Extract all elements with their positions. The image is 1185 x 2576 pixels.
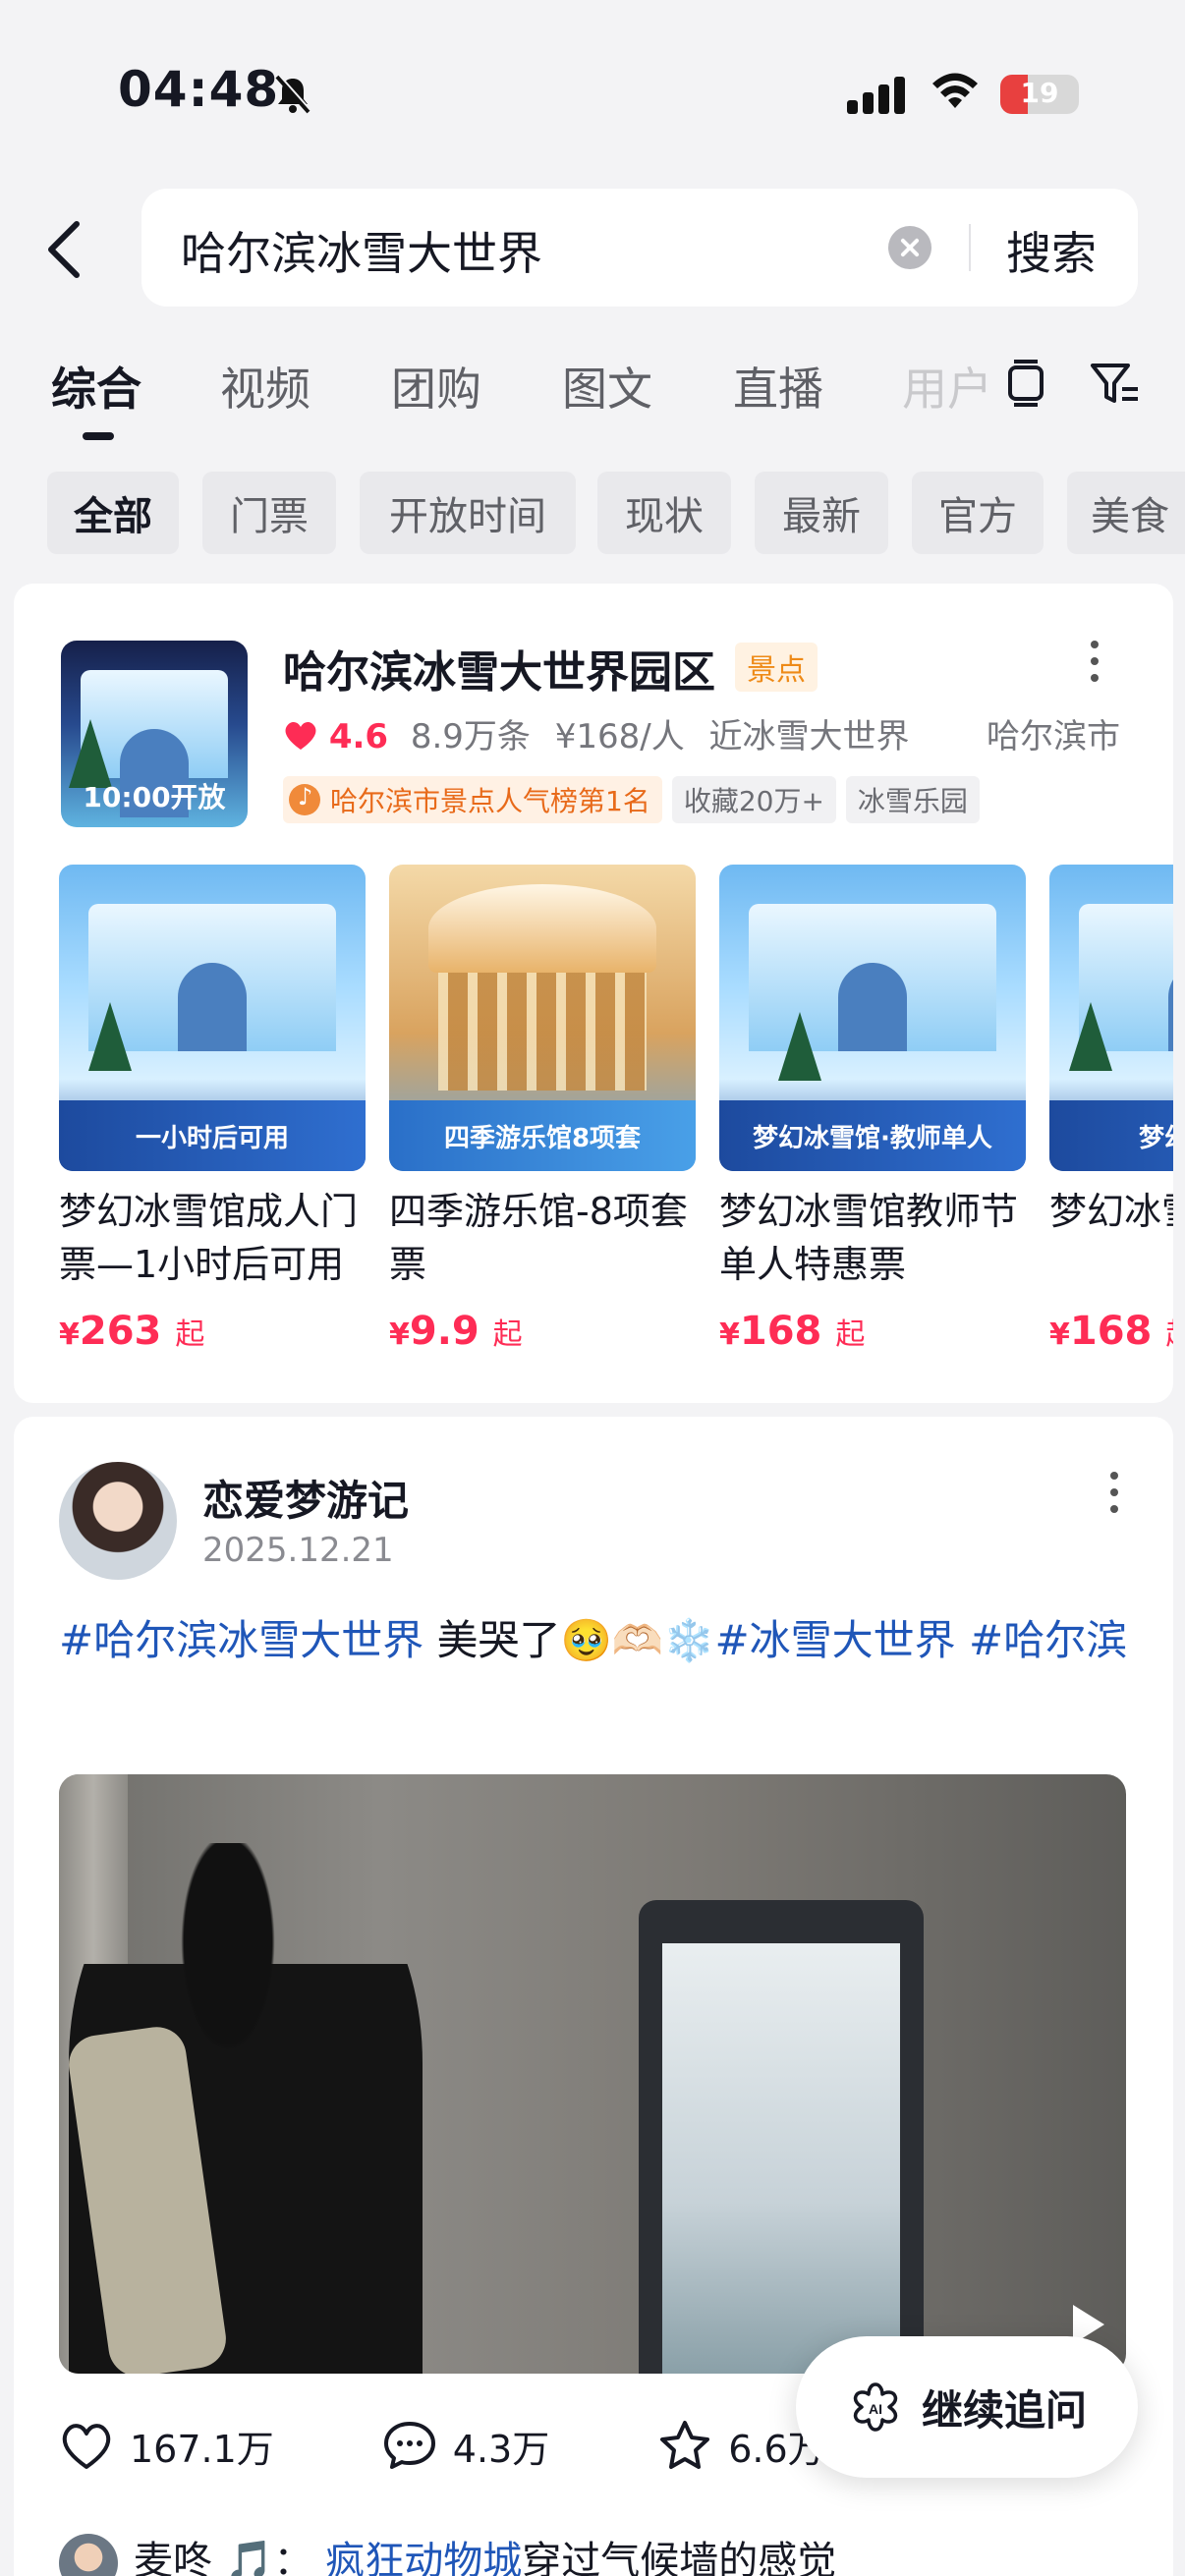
music-note-icon: 🎵	[224, 2539, 274, 2576]
poi-meta: 4.6 8.9万条 ¥168/人 近冰雪大世界	[283, 709, 910, 757]
chip-all[interactable]: 全部	[47, 472, 179, 554]
product-price: ¥263 起	[59, 1309, 205, 1354]
product-image: 梦幻冰雪馆·教师单人	[719, 865, 1026, 1171]
poi-open-time: 10:00开放	[83, 781, 226, 813]
product-card[interactable]: 梦幻冰雪馆 梦幻冰雪馆居民票 ¥168 起	[1049, 865, 1173, 1354]
rank-badge[interactable]: 哈尔滨市景点人气榜第1名	[283, 776, 662, 823]
product-name: 梦幻冰雪馆成人门票—1小时后可用	[59, 1190, 359, 1286]
poi-thumbnail[interactable]: 10:00开放	[61, 641, 248, 827]
battery-level: 19	[1020, 77, 1059, 109]
product-card[interactable]: 四季游乐馆8项套 四季游乐馆-8项套票 ¥9.9 起	[389, 865, 696, 1354]
hashtag-link[interactable]: #哈尔滨冰雪大世界	[59, 1616, 423, 1664]
clear-icon[interactable]	[888, 226, 931, 269]
chip-official[interactable]: 官方	[912, 472, 1044, 554]
product-name: 四季游乐馆-8项套票	[389, 1190, 688, 1286]
post-date: 2025.12.21	[202, 1531, 394, 1570]
like-button[interactable]: 167.1万	[59, 2419, 274, 2473]
product-image: 梦幻冰雪馆	[1049, 865, 1173, 1171]
like-count: 167.1万	[130, 2427, 274, 2471]
svg-text:AI: AI	[869, 2401, 882, 2417]
favorites-badge: 收藏20万+	[671, 776, 836, 823]
douyin-icon	[289, 783, 320, 815]
filter-icon[interactable]	[1089, 360, 1140, 409]
search-query[interactable]: 哈尔滨冰雪大世界	[181, 218, 542, 283]
bell-muted-icon	[275, 74, 311, 114]
star-icon	[660, 2421, 710, 2469]
poi-reviews: 8.9万条	[410, 717, 531, 756]
preview-text: 穿过气候墙的感觉	[522, 2539, 837, 2576]
comment-icon	[383, 2422, 435, 2469]
tab-group-buy[interactable]: 团购	[391, 354, 481, 419]
user-avatar	[59, 2534, 118, 2576]
hashtag-link[interactable]: #冰雪大世界	[714, 1616, 955, 1664]
chip-opening-hours[interactable]: 开放时间	[360, 472, 576, 554]
chip-tickets[interactable]: 门票	[202, 472, 336, 554]
search-divider	[969, 224, 971, 271]
product-image: 一小时后可用	[59, 865, 366, 1171]
poi-price: ¥168/人	[554, 717, 685, 756]
battery-indicator: 19	[1000, 75, 1079, 114]
poi-rating: 4.6	[328, 717, 389, 756]
product-name: 梦幻冰雪馆居民票	[1049, 1190, 1173, 1233]
product-banner: 四季游乐馆8项套	[389, 1100, 696, 1171]
heart-rating-icon	[285, 721, 316, 750]
poi-card[interactable]: 10:00开放 哈尔滨冰雪大世界园区 景点 4.6 8.9万条 ¥168/人 近…	[14, 584, 1173, 1403]
product-name: 梦幻冰雪馆教师节单人特惠票	[719, 1190, 1019, 1286]
more-icon[interactable]	[1110, 1472, 1118, 1522]
heart-icon	[62, 2424, 111, 2469]
poi-title[interactable]: 哈尔滨冰雪大世界园区	[283, 637, 715, 700]
type-badge: 冰雪乐园	[845, 776, 980, 823]
product-banner: 梦幻冰雪馆·教师单人	[719, 1100, 1026, 1171]
product-card[interactable]: 梦幻冰雪馆·教师单人 梦幻冰雪馆教师节单人特惠票 ¥168 起	[719, 865, 1026, 1354]
tab-comprehensive[interactable]: 综合	[51, 354, 141, 419]
tab-image-text[interactable]: 图文	[562, 354, 652, 419]
wifi-icon	[932, 73, 978, 108]
movie-link[interactable]: 疯狂动物城	[325, 2539, 522, 2576]
followup-label: 继续追问	[921, 2385, 1087, 2435]
poi-nearby: 近冰雪大世界	[708, 717, 910, 756]
caption-text: 美哭了🥹🫶🏻❄️	[423, 1616, 715, 1664]
product-price: ¥168 起	[719, 1309, 866, 1354]
product-price: ¥168 起	[1049, 1309, 1173, 1354]
poi-badges: 哈尔滨市景点人气榜第1名 收藏20万+ 冰雪乐园	[283, 776, 980, 823]
tab-users[interactable]: 用户	[902, 354, 987, 419]
rank-badge-label: 哈尔滨市景点人气榜第1名	[330, 785, 650, 817]
chip-latest[interactable]: 最新	[755, 472, 888, 554]
poi-category-tag: 景点	[735, 643, 818, 692]
tab-live[interactable]: 直播	[733, 354, 823, 419]
author-avatar[interactable]	[59, 1462, 177, 1580]
layout-toggle-icon[interactable]	[1006, 360, 1045, 407]
preview-user: 麦咚	[134, 2539, 212, 2576]
comment-button[interactable]: 4.3万	[382, 2419, 549, 2473]
product-price: ¥9.9 起	[389, 1309, 523, 1354]
product-image: 四季游乐馆8项套	[389, 865, 696, 1171]
product-banner: 梦幻冰雪馆	[1049, 1100, 1173, 1171]
next-post-preview[interactable]: 麦咚 🎵： 疯狂动物城穿过气候墙的感觉	[59, 2529, 836, 2576]
back-icon[interactable]	[39, 218, 88, 281]
search-button[interactable]: 搜索	[1006, 218, 1097, 283]
search-input[interactable]: 哈尔滨冰雪大世界 搜索	[141, 189, 1138, 307]
comment-count: 4.3万	[452, 2427, 550, 2471]
tab-video[interactable]: 视频	[220, 354, 310, 419]
product-banner: 一小时后可用	[59, 1100, 366, 1171]
tab-indicator	[83, 432, 114, 440]
ai-followup-button[interactable]: AI 继续追问	[796, 2336, 1138, 2478]
hashtag-link[interactable]: #哈尔滨	[956, 1616, 1127, 1664]
post-caption: #哈尔滨冰雪大世界 美哭了🥹🫶🏻❄️#冰雪大世界 #哈尔滨	[59, 1607, 1130, 1674]
product-card[interactable]: 一小时后可用 梦幻冰雪馆成人门票—1小时后可用 ¥263 起	[59, 865, 366, 1354]
chip-food[interactable]: 美食	[1067, 472, 1185, 554]
chip-current-status[interactable]: 现状	[597, 472, 731, 554]
poi-city: 哈尔滨市	[987, 717, 1120, 756]
post-video[interactable]	[59, 1774, 1126, 2374]
more-icon[interactable]	[1091, 641, 1099, 691]
signal-icon	[847, 77, 910, 114]
ai-icon: AI	[853, 2382, 898, 2432]
author-name[interactable]: 恋爱梦游记	[202, 1468, 409, 1528]
status-time: 04:48	[118, 61, 280, 118]
